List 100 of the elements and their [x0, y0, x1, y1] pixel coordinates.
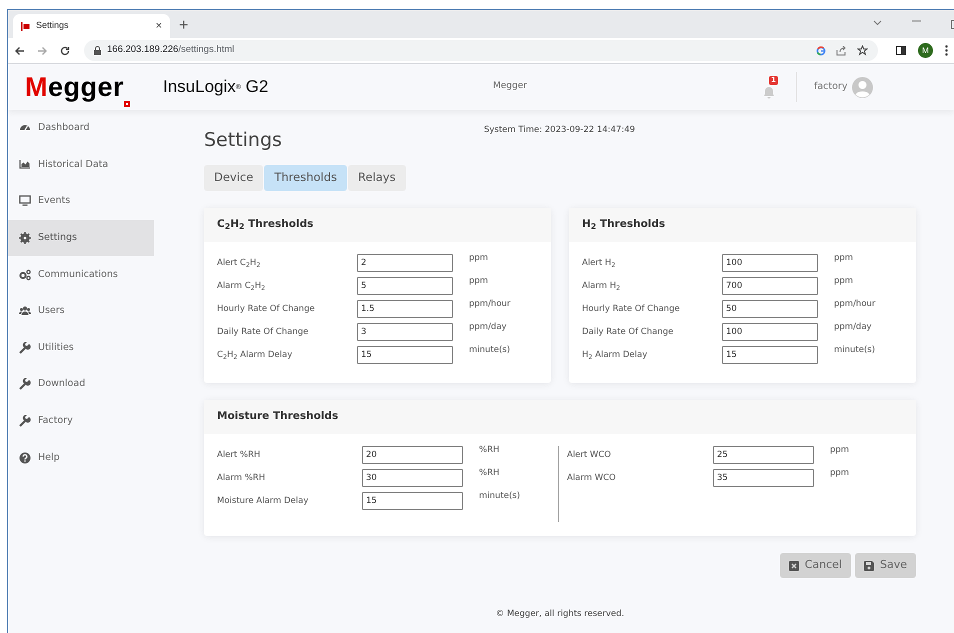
- footer-text: © Megger, all rights reserved.: [496, 609, 624, 619]
- settings-tab[interactable]: Device: [204, 165, 264, 191]
- sidebar-item[interactable]: Dashboard: [8, 110, 154, 147]
- side-panel-icon[interactable]: [896, 46, 906, 55]
- input-field[interactable]: 2: [357, 254, 453, 272]
- favicon-icon: [21, 22, 30, 30]
- settings-tab[interactable]: Thresholds: [264, 165, 348, 191]
- unit-label: ppm: [469, 252, 490, 265]
- field-label: Alert %RH: [217, 449, 262, 462]
- new-tab-button[interactable]: +: [179, 18, 188, 34]
- browser-tab[interactable]: Settings ×: [13, 14, 170, 38]
- monitor-icon: [19, 195, 31, 208]
- unit-label: ppm: [834, 252, 854, 265]
- field-label: Daily Rate Of Change: [582, 326, 674, 339]
- users-icon: [19, 305, 31, 318]
- unit-label: %RH: [479, 444, 500, 457]
- tab-close-button[interactable]: ×: [156, 18, 162, 34]
- unit-label: ppm/hour: [834, 298, 876, 311]
- field-label: Alarm %RH: [217, 472, 266, 485]
- ring-icon[interactable]: [816, 46, 826, 56]
- unit-label: ppm/day: [834, 321, 873, 334]
- input-field[interactable]: 25: [713, 446, 814, 464]
- chevron-down-icon[interactable]: [873, 20, 882, 26]
- unit-label: ppm/hour: [469, 298, 512, 311]
- profile-button[interactable]: M: [918, 43, 933, 58]
- sidebar-item[interactable]: Help: [8, 439, 154, 476]
- more-icon[interactable]: [945, 45, 948, 56]
- field-label: Alert WCO: [567, 449, 612, 462]
- address-bar[interactable]: 166.203.189.226/settings.html: [84, 40, 878, 61]
- field-label: Moisture Alarm Delay: [217, 495, 310, 508]
- card-title: C$_{2}$H$_{2}$ Thresholds: [217, 217, 314, 233]
- unit-label: minute(s): [834, 344, 876, 357]
- input-field[interactable]: 700: [722, 277, 818, 295]
- field-label: H$_{2}$ Alarm Delay: [582, 349, 648, 362]
- chart-icon: [19, 158, 31, 171]
- unit-label: ppm: [830, 467, 850, 480]
- sidebar-item[interactable]: Communications: [8, 256, 154, 293]
- unit-label: ppm: [834, 275, 854, 288]
- card-title: Moisture Thresholds: [217, 409, 338, 424]
- back-icon[interactable]: [14, 46, 25, 56]
- header-company: Megger: [493, 80, 528, 94]
- tab-title: Settings: [36, 19, 70, 32]
- forward-icon[interactable]: [37, 46, 48, 56]
- lock-icon: [94, 46, 101, 55]
- gear-icon: [19, 232, 31, 244]
- input-field[interactable]: 15: [357, 346, 453, 364]
- field-label: Alarm H$_{2}$: [582, 280, 622, 293]
- wrench-icon: [19, 378, 31, 390]
- sidebar-item[interactable]: Download: [8, 366, 154, 403]
- gears-icon: [19, 268, 31, 281]
- unit-label: ppm: [830, 444, 850, 457]
- logo-text: Megger: [25, 70, 124, 104]
- card-title: H$_{2}$ Thresholds: [582, 217, 666, 233]
- wrench-icon: [19, 342, 31, 354]
- field-label: Daily Rate Of Change: [217, 326, 310, 339]
- page-title: Settings: [204, 128, 283, 153]
- minimize-icon[interactable]: [912, 20, 921, 22]
- system-time: System Time: 2023-09-22 14:47:49: [484, 124, 636, 137]
- field-label: Alert H$_{2}$: [582, 257, 616, 270]
- input-field[interactable]: 3: [357, 323, 453, 341]
- unit-label: minute(s): [469, 344, 512, 357]
- input-field[interactable]: 5: [357, 277, 453, 295]
- input-field[interactable]: 100: [722, 254, 818, 272]
- wrench-icon: [19, 415, 31, 428]
- sidebar-item[interactable]: Historical Data: [8, 146, 154, 184]
- settings-tab[interactable]: Relays: [348, 165, 406, 191]
- sidebar-item[interactable]: Utilities: [8, 330, 154, 366]
- input-field[interactable]: 35: [713, 469, 814, 487]
- help-icon: [19, 452, 31, 464]
- sidebar-item[interactable]: Events: [8, 183, 154, 220]
- cancel-button[interactable]: Cancel: [780, 553, 851, 578]
- input-field[interactable]: 1.5: [357, 300, 453, 318]
- product-name: InsuLogix$^{®}$ G2: [163, 76, 270, 98]
- url-text: 166.203.189.226/settings.html: [107, 43, 234, 58]
- input-field[interactable]: 15: [362, 492, 463, 510]
- field-label: Hourly Rate Of Change: [217, 303, 316, 316]
- logo-mark-icon: [124, 101, 130, 108]
- share-icon[interactable]: [836, 46, 847, 56]
- unit-label: ppm/day: [469, 321, 508, 334]
- sidebar-item[interactable]: Factory: [8, 402, 154, 440]
- unit-label: minute(s): [479, 490, 522, 503]
- input-field[interactable]: 100: [722, 323, 818, 341]
- star-icon[interactable]: [857, 45, 868, 56]
- save-button[interactable]: Save: [854, 553, 916, 578]
- sidebar-item[interactable]: Users: [8, 292, 154, 330]
- field-label: Alarm C$_{2}$H$_{2}$: [217, 280, 266, 293]
- sidebar-item[interactable]: Settings: [8, 220, 154, 256]
- save-icon: [864, 560, 874, 570]
- input-field[interactable]: 30: [362, 469, 463, 487]
- input-field[interactable]: 15: [722, 346, 818, 364]
- unit-label: %RH: [479, 467, 500, 480]
- user-name[interactable]: factory: [814, 80, 848, 94]
- unit-label: ppm: [469, 275, 490, 288]
- field-label: Hourly Rate Of Change: [582, 303, 681, 316]
- field-label: Alert C$_{2}$H$_{2}$: [217, 257, 262, 270]
- input-field[interactable]: 20: [362, 446, 463, 464]
- input-field[interactable]: 50: [722, 300, 818, 318]
- reload-icon[interactable]: [60, 46, 70, 56]
- field-label: C$_{2}$H$_{2}$ Alarm Delay: [217, 349, 294, 362]
- cancel-icon: [788, 560, 799, 570]
